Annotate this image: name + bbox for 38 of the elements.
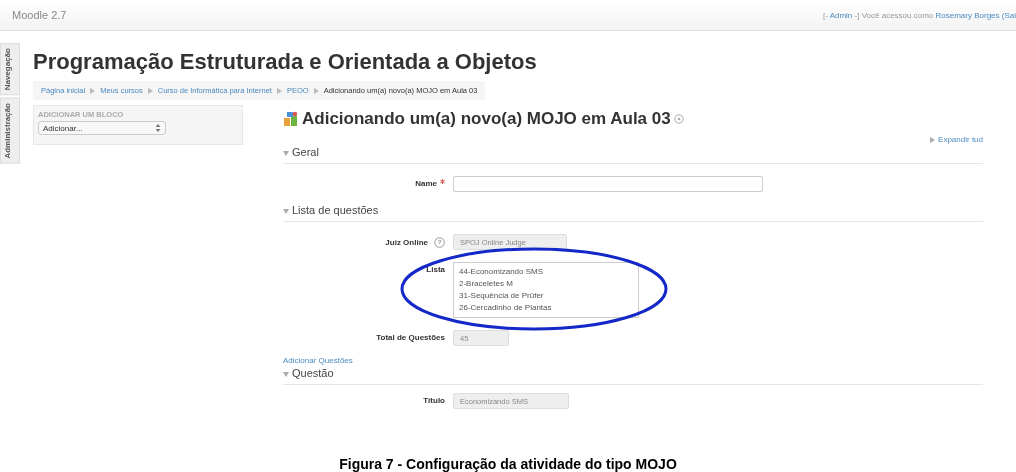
side-tab[interactable]: Administração bbox=[0, 98, 20, 164]
caret-icon bbox=[283, 209, 289, 214]
help-icon[interactable] bbox=[434, 237, 445, 248]
list-item[interactable]: 44-Economizando SMS bbox=[459, 266, 633, 278]
field-label: Juiz Online bbox=[385, 238, 428, 247]
question-listbox[interactable]: 44-Economizando SMS 2-Braceletes M 31-Sequência de Prüfer 26-Cercadinho de Plantas bbox=[453, 262, 639, 318]
updown-icon bbox=[155, 123, 161, 133]
list-item[interactable]: 26-Cercadinho de Plantas bbox=[459, 302, 633, 314]
block-select[interactable]: Adicionar... bbox=[38, 121, 166, 135]
expand-arrow-icon[interactable] bbox=[930, 136, 936, 143]
section-header[interactable]: Lista de questões bbox=[283, 202, 983, 222]
section-header[interactable]: Questão bbox=[283, 365, 983, 385]
login-text: [- bbox=[822, 10, 828, 20]
side-tab[interactable]: Navegação bbox=[0, 43, 20, 96]
separator-icon bbox=[313, 87, 319, 94]
name-field[interactable] bbox=[453, 176, 763, 192]
field-label: Total de Questões bbox=[376, 333, 445, 342]
help-icon[interactable] bbox=[673, 114, 684, 124]
page-heading: Adicionando um(a) novo(a) MOJO em Aula 03 bbox=[302, 109, 671, 129]
add-questions-link[interactable]: Adicionar Questões bbox=[283, 356, 983, 365]
separator-icon bbox=[90, 87, 96, 94]
section-header[interactable]: Geral bbox=[283, 144, 983, 164]
separator-icon bbox=[276, 87, 282, 94]
list-item[interactable]: 31-Sequência de Prüfer bbox=[459, 290, 633, 302]
list-item[interactable]: 2-Braceletes M bbox=[459, 278, 633, 290]
field-label: Lista bbox=[426, 265, 445, 274]
caret-icon bbox=[283, 151, 289, 156]
caret-icon bbox=[283, 372, 289, 377]
expand-all-link[interactable]: Expandir tud bbox=[938, 135, 983, 144]
course-title: Programação Estruturada e Orientada a Objetos bbox=[33, 49, 538, 75]
activity-icon bbox=[283, 111, 299, 127]
site-brand[interactable]: Moodle 2.7 bbox=[12, 9, 67, 21]
field-label: Título bbox=[423, 396, 445, 405]
login-text: -] Você acessou como bbox=[854, 10, 934, 20]
user-link[interactable]: Rosemary Borges (Sai bbox=[935, 10, 1016, 20]
field-label: Name bbox=[415, 179, 437, 188]
user-link[interactable]: Admin bbox=[829, 10, 853, 20]
separator-icon bbox=[147, 87, 153, 94]
